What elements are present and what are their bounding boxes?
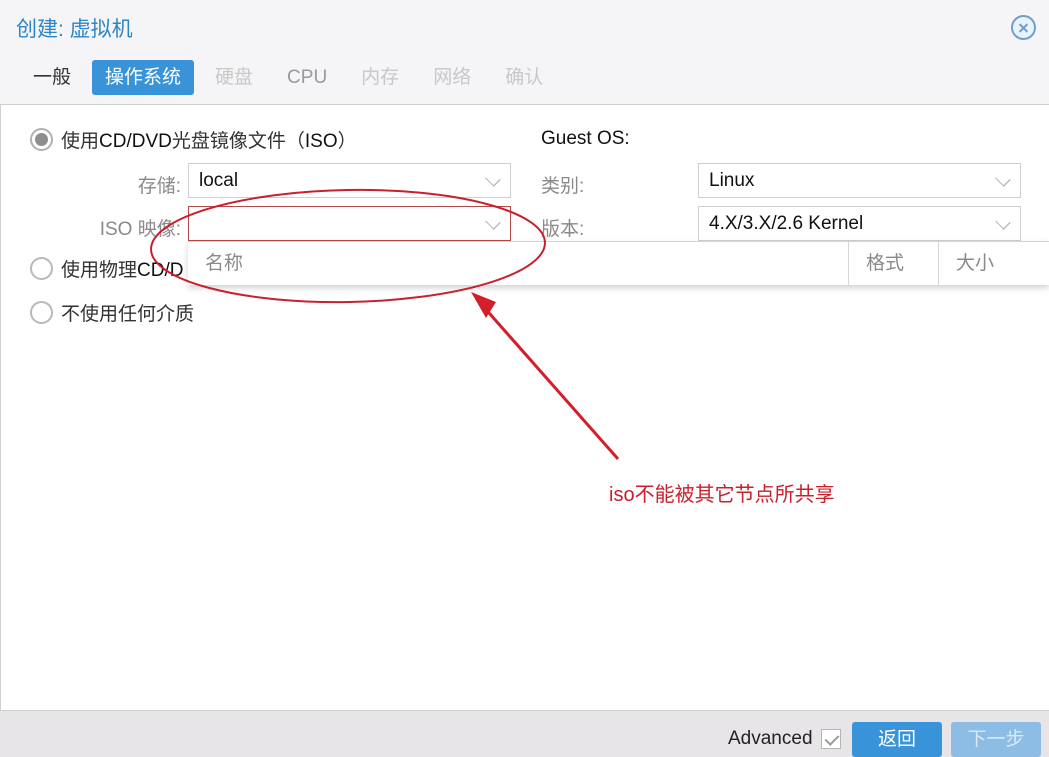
storage-select[interactable]: local xyxy=(188,163,511,198)
radio-button[interactable] xyxy=(30,301,53,324)
iso-dropdown-list: 名称 格式 大小 xyxy=(188,241,1049,286)
tab-confirm: 确认 xyxy=(505,67,544,88)
os-version-value: 4.X/3.X/2.6 Kernel xyxy=(709,213,864,234)
annotation-text: iso不能被其它节点所共享 xyxy=(609,484,835,506)
os-version-label: 版本: xyxy=(541,219,585,240)
chevron-down-icon xyxy=(995,214,1011,230)
next-button[interactable]: 下一步 xyxy=(951,722,1041,757)
chevron-down-icon xyxy=(485,171,501,187)
column-header-size[interactable]: 大小 xyxy=(938,242,1049,286)
tab-cpu: CPU xyxy=(287,67,328,88)
os-type-value: Linux xyxy=(709,170,755,191)
storage-value: local xyxy=(199,170,239,191)
chevron-down-icon xyxy=(485,214,501,230)
radio-no-media[interactable]: 不使用任何介质 xyxy=(30,299,194,326)
dialog-title: 创建: 虚拟机 xyxy=(16,18,133,41)
radio-button[interactable] xyxy=(30,257,53,280)
back-button[interactable]: 返回 xyxy=(852,722,942,757)
radio-label: 使用物理CD/D xyxy=(61,260,184,281)
dialog-footer: Advanced 返回 下一步 xyxy=(0,711,1049,757)
wizard-tabs: 一般 操作系统 硬盘 CPU 内存 网络 确认 xyxy=(20,60,564,95)
iso-image-select[interactable] xyxy=(188,206,511,241)
radio-label: 使用CD/DVD光盘镜像文件（ISO） xyxy=(61,131,357,152)
tab-os[interactable]: 操作系统 xyxy=(92,60,195,95)
tab-memory: 内存 xyxy=(361,67,400,88)
chevron-down-icon xyxy=(995,171,1011,187)
close-icon[interactable] xyxy=(1011,15,1036,40)
os-type-select[interactable]: Linux xyxy=(698,163,1021,198)
tab-disk: 硬盘 xyxy=(215,67,254,88)
create-vm-dialog: 创建: 虚拟机 一般 操作系统 硬盘 CPU 内存 网络 确认 使用CD/DVD… xyxy=(0,0,1049,757)
os-version-select[interactable]: 4.X/3.X/2.6 Kernel xyxy=(698,206,1021,241)
advanced-label: Advanced xyxy=(728,728,813,749)
iso-image-label: ISO 映像: xyxy=(99,219,181,240)
column-header-format[interactable]: 格式 xyxy=(848,242,938,286)
guest-os-heading: Guest OS: xyxy=(541,128,630,149)
os-type-label: 类别: xyxy=(541,176,585,197)
radio-label: 不使用任何介质 xyxy=(61,304,195,325)
radio-button-checked[interactable] xyxy=(30,128,53,151)
tab-general[interactable]: 一般 xyxy=(20,60,84,95)
column-header-name[interactable]: 名称 xyxy=(188,242,848,286)
advanced-checkbox[interactable] xyxy=(821,729,841,749)
radio-use-iso[interactable]: 使用CD/DVD光盘镜像文件（ISO） xyxy=(30,126,357,153)
radio-use-physical-drive[interactable]: 使用物理CD/D xyxy=(30,255,183,282)
tab-network: 网络 xyxy=(433,67,472,88)
storage-label: 存储: xyxy=(137,176,181,197)
